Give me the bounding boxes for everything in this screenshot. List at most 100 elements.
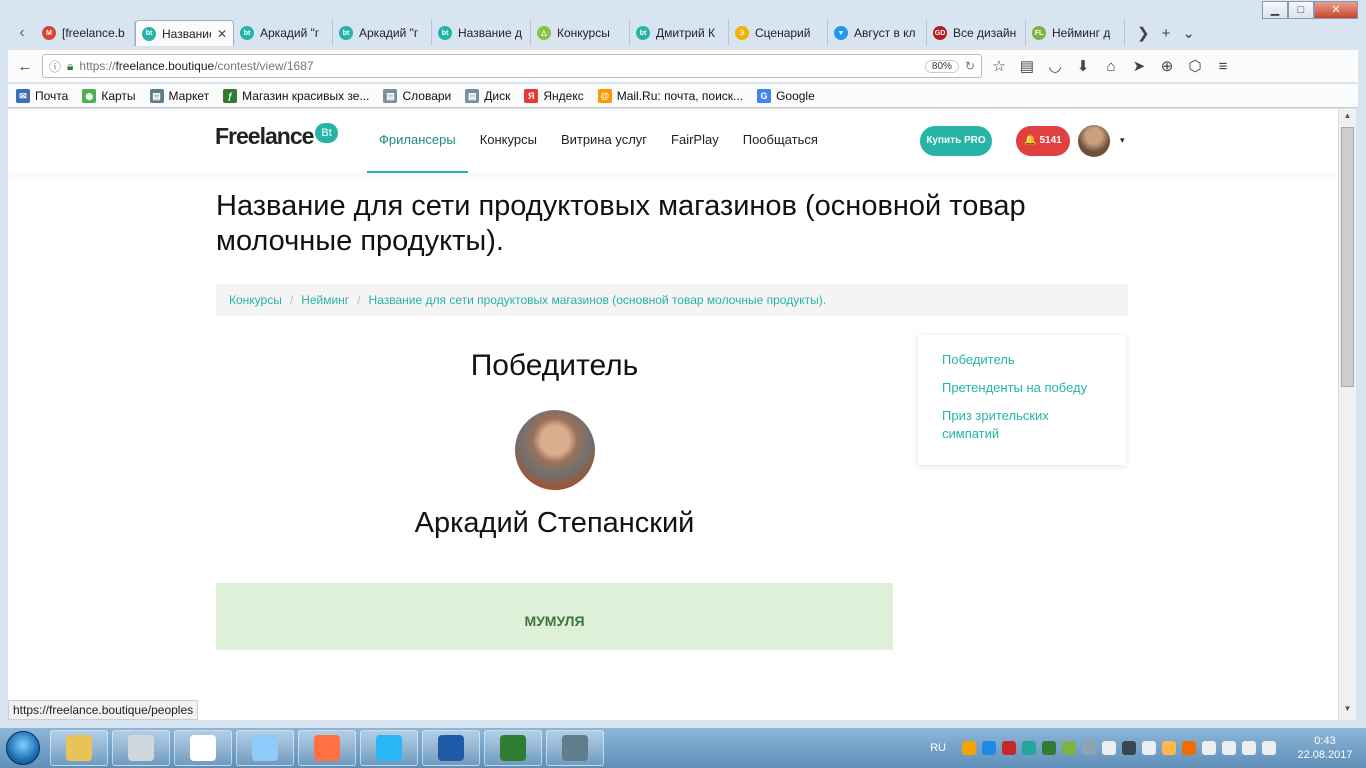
chevron-down-icon[interactable]: ▾ bbox=[1120, 135, 1125, 146]
star-icon[interactable]: ☆ bbox=[988, 57, 1010, 75]
info-icon[interactable]: ⓘ bbox=[49, 58, 61, 75]
taskbar-word[interactable] bbox=[422, 730, 480, 766]
breadcrumb-link[interactable]: Название для сети продуктовых магазинов … bbox=[369, 293, 827, 307]
menu-item-4[interactable]: Пообщаться bbox=[731, 109, 830, 173]
window-controls: ▁ □ ✕ bbox=[1262, 1, 1358, 19]
taskbar-font-viewer[interactable] bbox=[174, 730, 232, 766]
menu-item-2[interactable]: Витрина услуг bbox=[549, 109, 659, 173]
tab-4[interactable]: bt Название д bbox=[432, 20, 531, 46]
minimize-button[interactable]: ▁ bbox=[1262, 1, 1288, 19]
winner-avatar[interactable] bbox=[515, 410, 595, 490]
user-avatar[interactable] bbox=[1078, 125, 1110, 157]
scrollbar[interactable]: ▲ ▼ bbox=[1338, 109, 1356, 720]
scroll-down-icon[interactable]: ▼ bbox=[1339, 704, 1356, 718]
bookmark-item[interactable]: @ Mail.Ru: почта, поиск... bbox=[597, 88, 743, 103]
extension-icon[interactable]: ⬡ bbox=[1184, 57, 1206, 75]
tray-icon[interactable] bbox=[1062, 741, 1076, 755]
tab-2[interactable]: bt Аркадий "г bbox=[234, 20, 333, 46]
close-tab-icon[interactable]: ✕ bbox=[217, 27, 227, 41]
taskbar-explorer[interactable] bbox=[50, 730, 108, 766]
volume-icon[interactable] bbox=[1262, 741, 1276, 755]
tab-5[interactable]: △ Конкурсы bbox=[531, 20, 630, 46]
tray-icon[interactable] bbox=[1182, 741, 1196, 755]
close-button[interactable]: ✕ bbox=[1314, 1, 1358, 19]
buy-pro-button[interactable]: Купить PRO bbox=[920, 126, 992, 156]
tab-10[interactable]: FL Нейминг д bbox=[1026, 20, 1125, 46]
tab-0[interactable]: M [freelance.b bbox=[36, 20, 135, 46]
tab-7[interactable]: Э Сценарий bbox=[729, 20, 828, 46]
scroll-thumb[interactable] bbox=[1341, 127, 1354, 387]
menu-item-3[interactable]: FairPlay bbox=[659, 109, 731, 173]
scroll-up-icon[interactable]: ▲ bbox=[1339, 111, 1356, 125]
bookmark-item[interactable]: ✉ Почта bbox=[16, 88, 68, 103]
taskbar-notepad[interactable] bbox=[236, 730, 294, 766]
tab-favicon-icon: bt bbox=[240, 26, 254, 40]
tab-8[interactable]: ▼ Август в кл bbox=[828, 20, 927, 46]
taskbar-task-manager[interactable] bbox=[546, 730, 604, 766]
url-bar[interactable]: ⓘ 🔒︎ https://freelance.boutique/contest/… bbox=[42, 54, 982, 78]
tray-icon[interactable] bbox=[1042, 741, 1056, 755]
bookmark-item[interactable]: Я Яндекс bbox=[524, 88, 584, 103]
taskbar-calculator[interactable] bbox=[112, 730, 170, 766]
reload-icon[interactable]: ↻ bbox=[965, 59, 975, 73]
speaker-icon[interactable] bbox=[1142, 741, 1156, 755]
url-text: https://freelance.boutique/contest/view/… bbox=[79, 59, 314, 73]
tab-1[interactable]: bt Название ✕ bbox=[135, 20, 234, 46]
zoom-indicator[interactable]: 80% bbox=[924, 59, 959, 73]
bookmark-icon: ◉ bbox=[82, 88, 97, 103]
download-icon[interactable]: ⬇ bbox=[1072, 57, 1094, 75]
tray-icon[interactable] bbox=[962, 741, 976, 755]
bookmark-item[interactable]: ▤ Диск bbox=[465, 88, 510, 103]
start-button[interactable] bbox=[0, 728, 46, 768]
sidebar-link-1[interactable]: Претенденты на победу bbox=[942, 379, 1102, 397]
bookmark-item[interactable]: G Google bbox=[757, 88, 815, 103]
signal-icon[interactable] bbox=[1242, 741, 1256, 755]
tray-icon[interactable] bbox=[1022, 741, 1036, 755]
network-icon[interactable] bbox=[1222, 741, 1236, 755]
new-tab-button[interactable]: + bbox=[1162, 25, 1171, 42]
clock[interactable]: 0:43 22.08.2017 bbox=[1290, 734, 1360, 762]
tray-icon[interactable] bbox=[1002, 741, 1016, 755]
tab-list-icon[interactable]: ⌄ bbox=[1182, 24, 1195, 42]
globe-icon[interactable]: ⊕ bbox=[1156, 57, 1178, 75]
web-page: Freelance Bt Фрилансеры Конкурсы Витрина у… bbox=[8, 109, 1338, 720]
menu-item-0[interactable]: Фрилансеры bbox=[367, 109, 468, 173]
bookmark-item[interactable]: ◉ Карты bbox=[82, 88, 136, 103]
tab-6[interactable]: bt Дмитрий К bbox=[630, 20, 729, 46]
home-icon[interactable]: ⌂ bbox=[1100, 58, 1122, 75]
tab-scroll-right-icon[interactable]: ❯ bbox=[1137, 24, 1150, 42]
tab-favicon-icon: bt bbox=[438, 26, 452, 40]
bookmark-item[interactable]: ▤ Маркет bbox=[149, 88, 209, 103]
sidebar-link-2[interactable]: Приз зрительских симпатий bbox=[942, 407, 1102, 443]
site-logo[interactable]: Freelance Bt bbox=[215, 122, 338, 150]
send-icon[interactable]: ➤ bbox=[1128, 57, 1150, 75]
taskbar-skype[interactable] bbox=[360, 730, 418, 766]
taskbar-firefox[interactable] bbox=[298, 730, 356, 766]
bookmark-item[interactable]: ƒ Магазин красивых зе... bbox=[223, 88, 369, 103]
taskbar-excel[interactable] bbox=[484, 730, 542, 766]
notifications-button[interactable]: 🔔 5141 bbox=[1016, 126, 1070, 156]
breadcrumb-link[interactable]: Конкурсы bbox=[229, 293, 282, 307]
tray-icon[interactable] bbox=[1082, 741, 1096, 755]
menu-item-1[interactable]: Конкурсы bbox=[468, 109, 549, 173]
monitor-icon[interactable] bbox=[1122, 741, 1136, 755]
windows-icon bbox=[6, 731, 40, 765]
breadcrumb-link[interactable]: Нейминг bbox=[301, 293, 349, 307]
chat-icon[interactable] bbox=[1102, 741, 1116, 755]
tray-icon[interactable] bbox=[982, 741, 996, 755]
back-icon[interactable]: ← bbox=[14, 58, 36, 75]
reader-icon[interactable]: ▤ bbox=[1016, 57, 1038, 75]
menu-icon[interactable]: ≡ bbox=[1212, 58, 1234, 75]
sidebar-link-0[interactable]: Победитель bbox=[942, 351, 1102, 369]
pocket-icon[interactable]: ◡ bbox=[1044, 57, 1066, 75]
language-indicator[interactable]: RU bbox=[930, 742, 946, 754]
bookmark-item[interactable]: ▤ Словари bbox=[383, 88, 451, 103]
flag-icon[interactable] bbox=[1202, 741, 1216, 755]
tray-icon[interactable] bbox=[1162, 741, 1176, 755]
tab-3[interactable]: bt Аркадий "г bbox=[333, 20, 432, 46]
tab-9[interactable]: GD Все дизайн bbox=[927, 20, 1026, 46]
winner-name[interactable]: Аркадий Степанский bbox=[216, 507, 893, 540]
tab-scroll-left-icon[interactable]: ‹ bbox=[8, 20, 36, 46]
tab-title: Август в кл bbox=[854, 26, 916, 40]
maximize-button[interactable]: □ bbox=[1288, 1, 1314, 19]
